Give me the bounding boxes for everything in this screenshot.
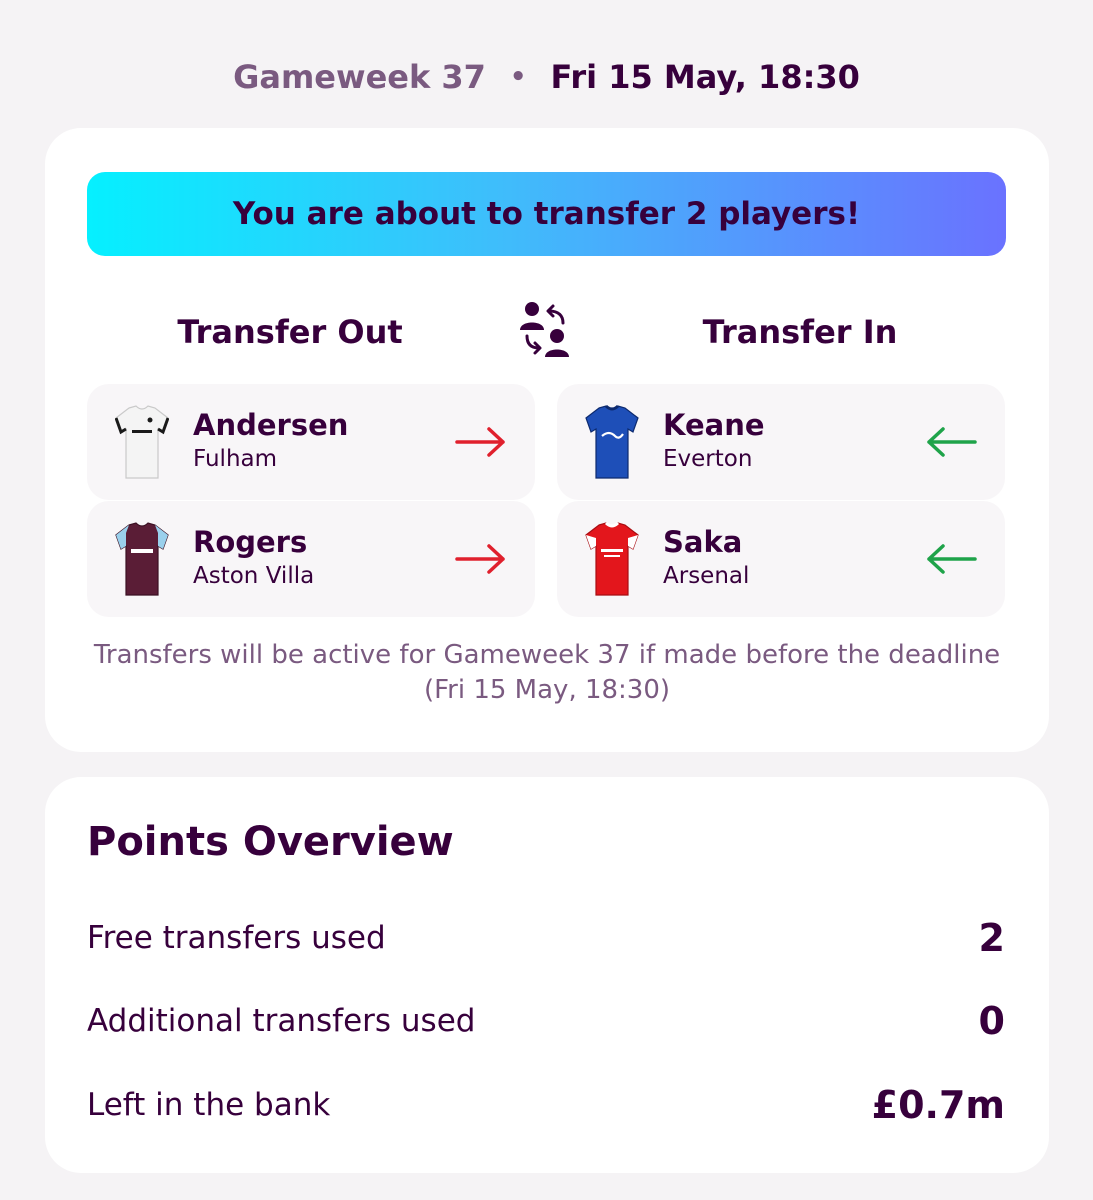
overview-value: 0	[978, 999, 1005, 1043]
player-team: Fulham	[193, 446, 278, 472]
player-name: Rogers	[193, 525, 308, 559]
overview-row-free-transfers: Free transfers used 2	[87, 914, 1005, 964]
gameweek-header: Gameweek 37 • Fri 15 May, 18:30	[0, 52, 1093, 102]
player-name: Saka	[663, 525, 743, 559]
fulham-shirt-icon	[115, 405, 169, 479]
transfer-out-title: Transfer Out	[177, 313, 403, 351]
transfer-in-player-card[interactable]: Saka Arsenal	[557, 501, 1005, 617]
gameweek-label: Gameweek 37	[233, 58, 486, 96]
swap-players-icon	[520, 302, 569, 357]
transfer-in-player-card[interactable]: Keane Everton	[557, 384, 1005, 500]
transfer-in-title: Transfer In	[702, 313, 898, 351]
transfer-out-player-card[interactable]: Andersen Fulham	[87, 384, 535, 500]
arrow-left-icon	[927, 544, 977, 574]
player-team: Arsenal	[663, 563, 750, 589]
player-team: Everton	[663, 446, 753, 472]
player-name: Keane	[663, 408, 765, 442]
transfer-confirm-card: You are about to transfer 2 players! Tra…	[45, 128, 1049, 752]
player-team: Aston Villa	[193, 563, 315, 589]
overview-value: 2	[978, 916, 1005, 960]
arrow-left-icon	[927, 427, 977, 457]
overview-row-additional-transfers: Additional transfers used 0	[87, 997, 1005, 1047]
overview-row-bank: Left in the bank £0.7m	[87, 1081, 1005, 1131]
arrow-right-icon	[455, 544, 505, 574]
points-overview-title: Points Overview	[87, 819, 454, 865]
overview-label: Left in the bank	[87, 1087, 331, 1123]
transfer-out-player-card[interactable]: Rogers Aston Villa	[87, 501, 535, 617]
player-name: Andersen	[193, 408, 349, 442]
arsenal-shirt-icon	[585, 521, 639, 596]
aston-villa-shirt-icon	[115, 522, 169, 596]
overview-value: £0.7m	[871, 1083, 1005, 1127]
header-separator: •	[509, 62, 527, 92]
deadline-label: Fri 15 May, 18:30	[550, 58, 860, 96]
overview-label: Free transfers used	[87, 920, 386, 956]
deadline-note: Transfers will be active for Gameweek 37…	[93, 640, 1001, 705]
overview-label: Additional transfers used	[87, 1003, 476, 1039]
arrow-right-icon	[455, 427, 505, 457]
points-overview-card: Points Overview Free transfers used 2 Ad…	[45, 777, 1049, 1173]
transfer-banner: You are about to transfer 2 players!	[87, 172, 1006, 256]
everton-shirt-icon	[585, 404, 639, 479]
